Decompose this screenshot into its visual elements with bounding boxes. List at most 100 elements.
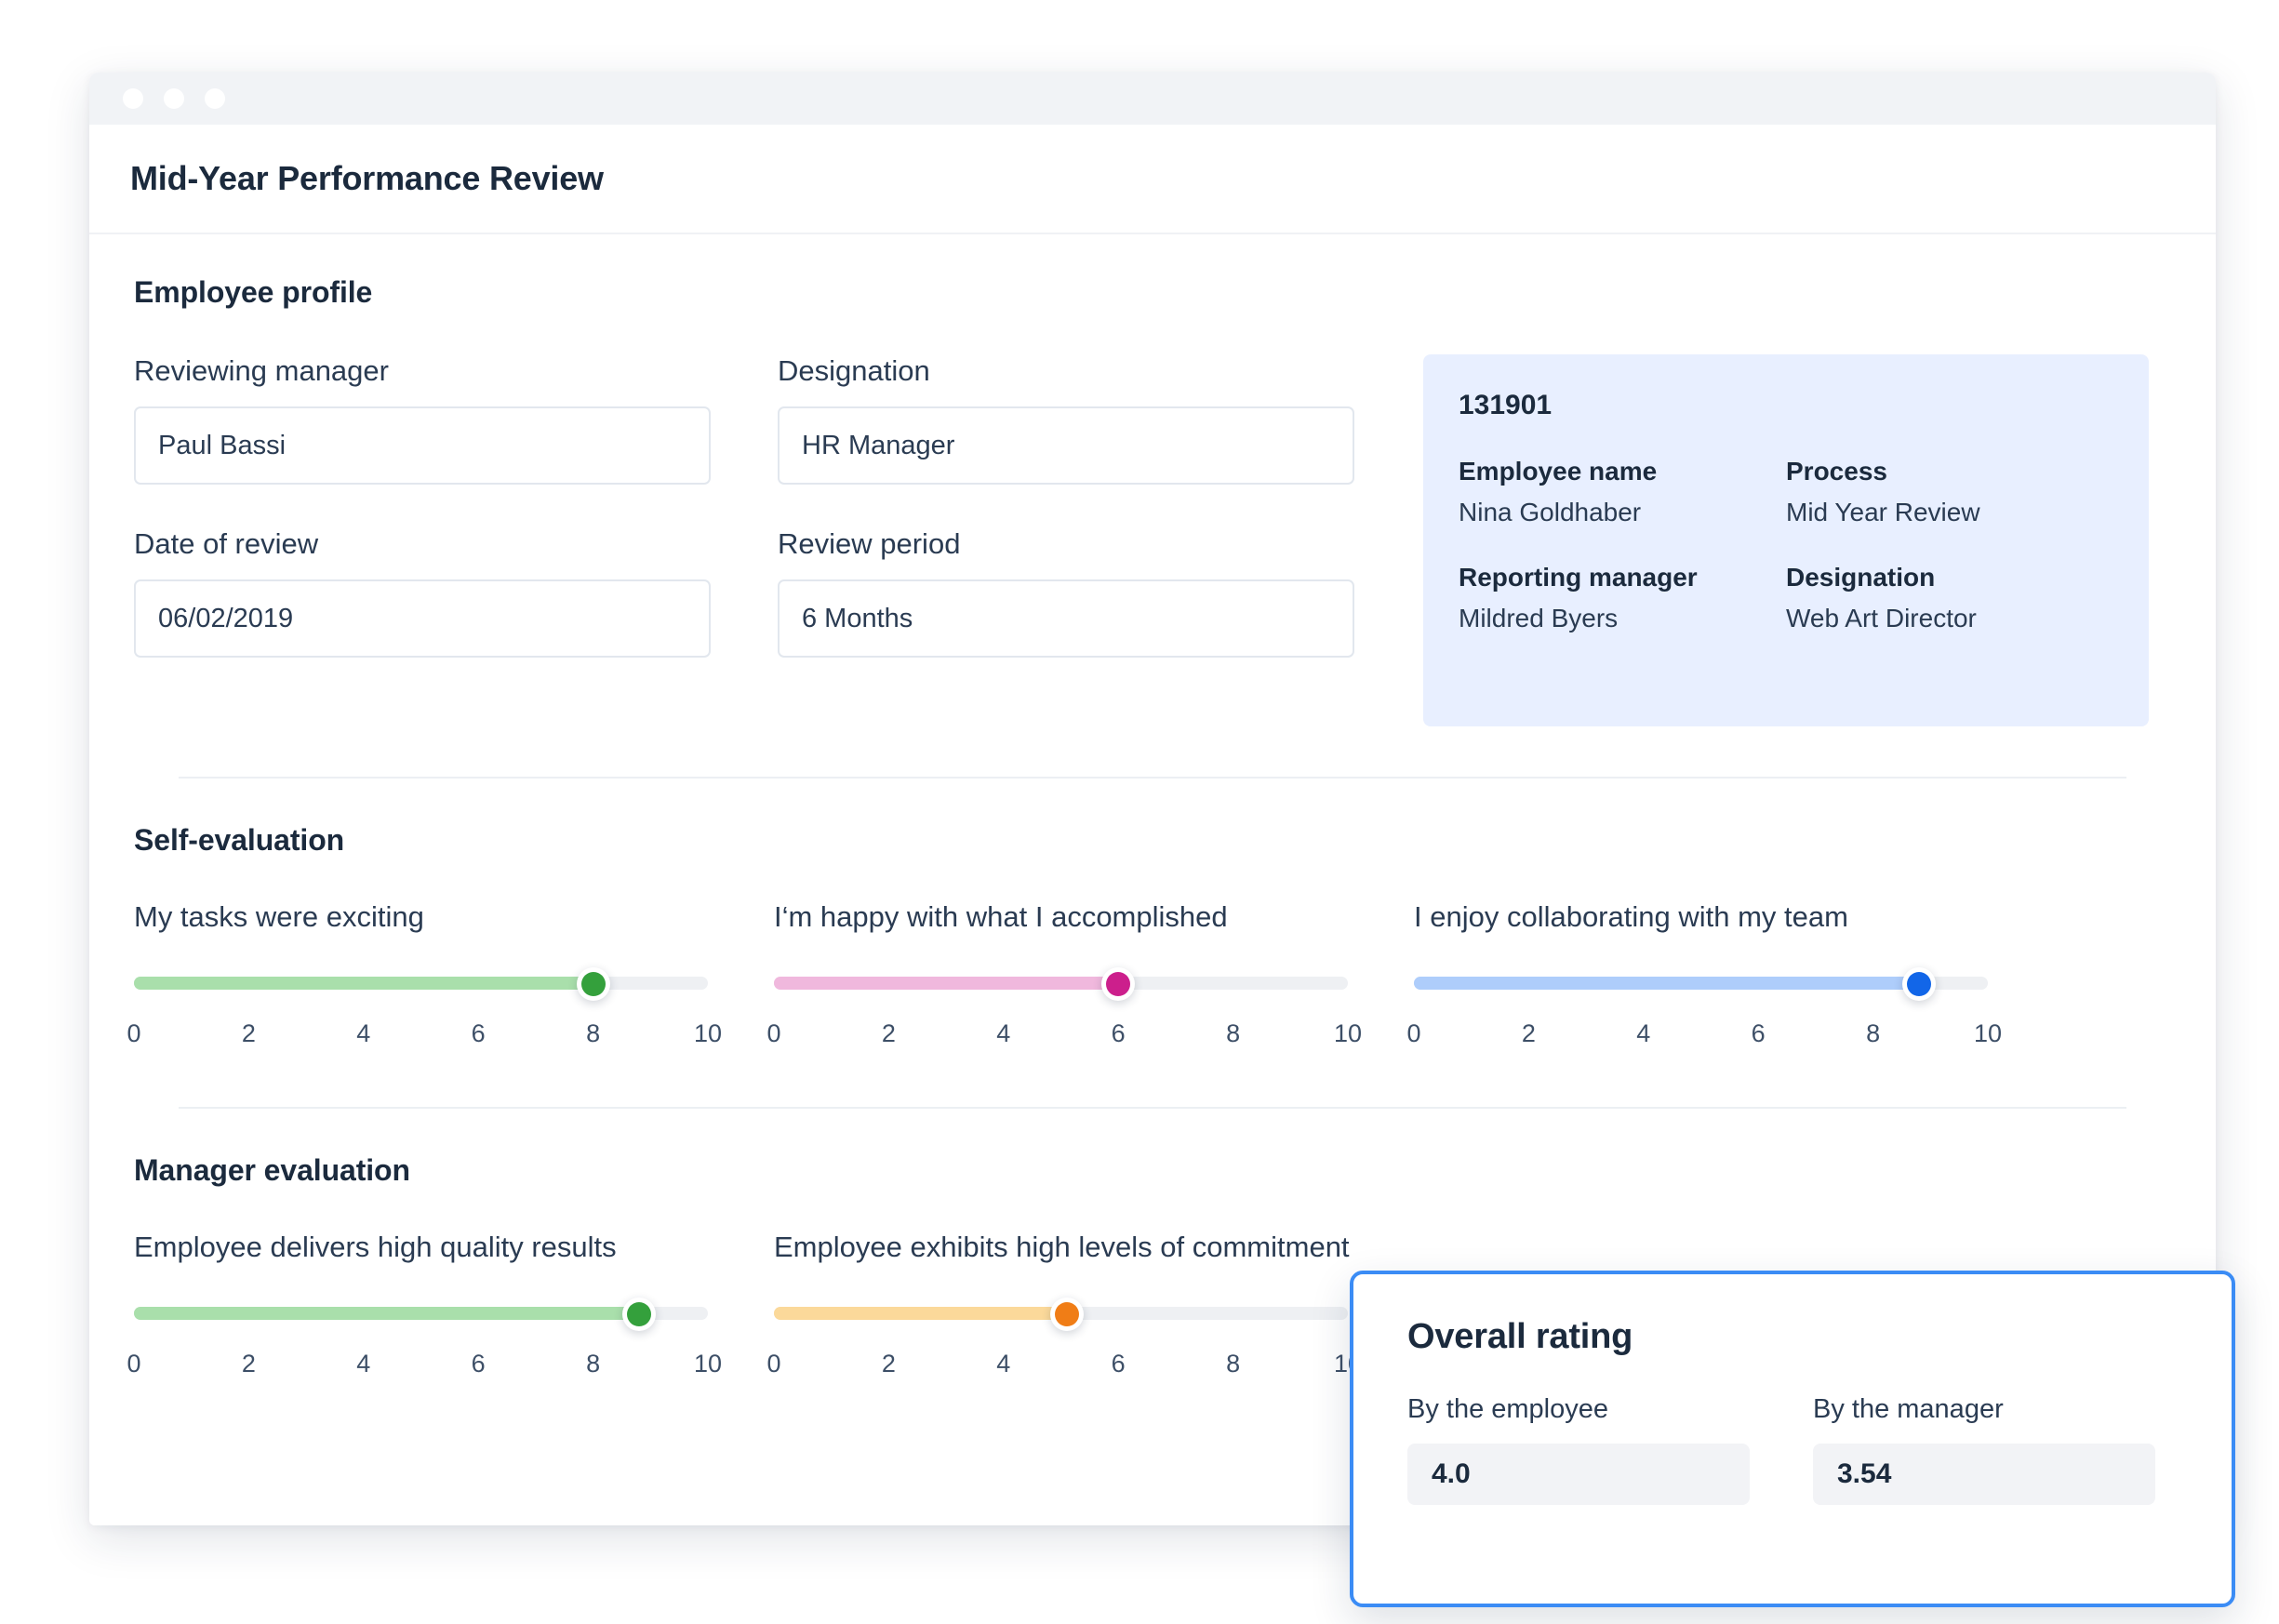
manager-evaluation-slider-track-1[interactable] [774,1298,1348,1331]
self-evaluation-slider-tick-label-2-0: 0 [1406,1019,1421,1047]
self-evaluation-slider-tick-label-0-2: 4 [356,1019,371,1047]
manager-evaluation-slider-fill-0 [134,1307,639,1320]
self-evaluation-slider-tick-label-2-2: 4 [1636,1019,1651,1047]
review-period-input[interactable]: 6 Months [778,579,1354,658]
overall-rating-values: By the employee 4.0 By the manager 3.54 [1407,1394,2178,1505]
manager-evaluation-slider-fill-1 [774,1307,1067,1320]
rating-value-manager[interactable]: 3.54 [1813,1444,2155,1505]
self-evaluation-slider-thumb-1[interactable] [1101,967,1136,1001]
self-evaluation-slider-fill-2 [1414,977,1919,990]
designation-input[interactable]: HR Manager [778,406,1354,485]
self-evaluation-slider-0: My tasks were exciting 0 2 4 6 8 10 [127,900,774,1057]
rating-label-employee: By the employee [1407,1394,1609,1424]
self-evaluation-slider-question-1: I‘m happy with what I accomplished [774,900,1228,933]
employee-info-card: 131901 Employee name Nina Goldhaber Proc… [1423,354,2149,726]
field-review-period: Review period 6 Months [778,527,1354,658]
divider-after-self-evaluation [179,1107,2126,1109]
rating-value-employee[interactable]: 4.0 [1407,1444,1750,1505]
self-evaluation-slider-tick-label-2-3: 6 [1751,1019,1766,1047]
self-evaluation-slider-thumb-2[interactable] [1901,967,1936,1001]
self-evaluation-slider-thumb-knob-2 [1906,972,1931,996]
field-label-reviewing-manager: Reviewing manager [134,354,389,387]
self-evaluation-slider-tick-label-1-2: 4 [996,1019,1011,1047]
self-evaluation-slider-tick-label-0-5: 10 [693,1019,723,1047]
profile-fields-column-right: Designation HR Manager Review period 6 M… [778,354,1354,726]
manager-evaluation-slider-tick-label-0-4: 8 [586,1350,601,1378]
manager-evaluation-slider-tick-label-0-0: 0 [127,1350,141,1378]
rating-label-manager: By the manager [1813,1394,2004,1424]
manager-evaluation-slider-ticks-1: 0 2 4 6 8 10 [766,1350,1362,1387]
window-minimize-dot[interactable] [164,88,184,109]
window-close-dot[interactable] [123,88,143,109]
manager-evaluation-slider-ticks-0: 0 2 4 6 8 10 [127,1350,722,1387]
self-evaluation-slider-tick-label-0-3: 6 [471,1019,486,1047]
manager-evaluation-slider-tick-label-1-3: 6 [1111,1350,1126,1378]
manager-evaluation-slider-tick-label-0-2: 4 [356,1350,371,1378]
field-label-date-of-review: Date of review [134,527,319,560]
employee-profile-section: Reviewing manager Paul Bassi Date of rev… [134,354,2171,726]
manager-evaluation-slider-thumb-1[interactable] [1049,1298,1084,1331]
self-evaluation-slider-thumb-0[interactable] [576,967,610,1001]
self-evaluation-slider-tick-label-1-3: 6 [1111,1019,1126,1047]
field-date-of-review: Date of review 06/02/2019 [134,527,711,658]
manager-evaluation-heading: Manager evaluation [134,1153,410,1187]
browser-window: Mid-Year Performance Review Employee pro… [89,73,2235,1607]
info-value-reporting-manager: Mildred Byers [1459,604,1619,632]
self-evaluation-slider-track-0[interactable] [134,967,708,1001]
info-key-employee-name: Employee name [1459,457,1658,486]
self-evaluation-slider-tick-label-0-1: 2 [241,1019,256,1047]
manager-evaluation-slider-1: Employee exhibits high levels of commitm… [766,1231,1414,1387]
self-evaluation-slider-tick-label-2-1: 2 [1521,1019,1536,1047]
self-evaluation-slider-track-1[interactable] [774,967,1348,1001]
date-of-review-input[interactable]: 06/02/2019 [134,579,711,658]
manager-evaluation-slider-0: Employee delivers high quality results 0 2… [127,1231,774,1387]
manager-evaluation-slider-track-0[interactable] [134,1298,708,1331]
info-entry-process: Process Mid Year Review [1786,457,2113,527]
reviewing-manager-input[interactable]: Paul Bassi [134,406,711,485]
manager-evaluation-slider-tick-label-1-1: 2 [881,1350,896,1378]
employee-profile-heading: Employee profile [134,275,373,309]
self-evaluation-heading: Self-evaluation [134,823,345,857]
manager-evaluation-slider-thumb-0[interactable] [621,1298,656,1331]
self-evaluation-slider-track-2[interactable] [1414,967,1988,1001]
manager-evaluation-slider-tick-label-1-2: 4 [996,1350,1011,1378]
manager-evaluation-slider-tick-label-0-5: 10 [693,1350,723,1378]
field-label-review-period: Review period [778,527,961,560]
self-evaluation-slider-tick-label-1-4: 8 [1226,1019,1241,1047]
overall-rating-card: Overall rating By the employee 4.0 By th… [1350,1271,2235,1607]
manager-evaluation-slider-tick-label-1-4: 8 [1226,1350,1241,1378]
info-key-designation: Designation [1786,563,1936,592]
info-value-process: Mid Year Review [1786,498,1980,526]
field-reviewing-manager: Reviewing manager Paul Bassi [134,354,711,485]
info-entry-reporting-manager: Reporting manager Mildred Byers [1459,563,1786,633]
self-evaluation-slider-tick-label-1-0: 0 [766,1019,781,1047]
info-key-process: Process [1786,457,1887,486]
field-label-designation: Designation [778,354,930,387]
self-evaluation-slider-ticks-2: 0 2 4 6 8 10 [1406,1019,2002,1057]
manager-evaluation-slider-tick-label-1-0: 0 [766,1350,781,1378]
self-evaluation-sliders: My tasks were exciting 0 2 4 6 8 10 I‘m happy w… [127,900,2171,1057]
self-evaluation-slider-2: I enjoy collaborating with my team 0 2 4 6 8 1… [1406,900,2054,1057]
info-key-reporting-manager: Reporting manager [1459,563,1698,592]
rating-by-employee: By the employee 4.0 [1407,1394,1750,1505]
self-evaluation-slider-tick-label-2-5: 10 [1973,1019,2003,1047]
manager-evaluation-slider-thumb-knob-0 [626,1302,651,1326]
self-evaluation-slider-tick-label-1-5: 10 [1333,1019,1363,1047]
info-value-employee-name: Nina Goldhaber [1459,498,1642,526]
self-evaluation-slider-1: I‘m happy with what I accomplished 0 2 4 6 8 1… [766,900,1414,1057]
field-designation: Designation HR Manager [778,354,1354,485]
self-evaluation-slider-tick-label-2-4: 8 [1866,1019,1881,1047]
info-entry-designation: Designation Web Art Director [1786,563,2113,633]
app-header: Mid-Year Performance Review [89,125,2216,234]
self-evaluation-slider-ticks-0: 0 2 4 6 8 10 [127,1019,722,1057]
self-evaluation-slider-tick-label-1-1: 2 [881,1019,896,1047]
self-evaluation-slider-question-2: I enjoy collaborating with my team [1414,900,1848,933]
screenshot-stage: Mid-Year Performance Review Employee pro… [0,0,2279,1624]
self-evaluation-slider-thumb-knob-1 [1106,972,1131,996]
rating-by-manager: By the manager 3.54 [1813,1394,2155,1505]
profile-fields: Reviewing manager Paul Bassi Date of rev… [134,354,1354,726]
profile-fields-column-left: Reviewing manager Paul Bassi Date of rev… [134,354,711,726]
self-evaluation-slider-tick-label-0-4: 8 [586,1019,601,1047]
window-maximize-dot[interactable] [205,88,225,109]
page-title: Mid-Year Performance Review [130,159,604,197]
